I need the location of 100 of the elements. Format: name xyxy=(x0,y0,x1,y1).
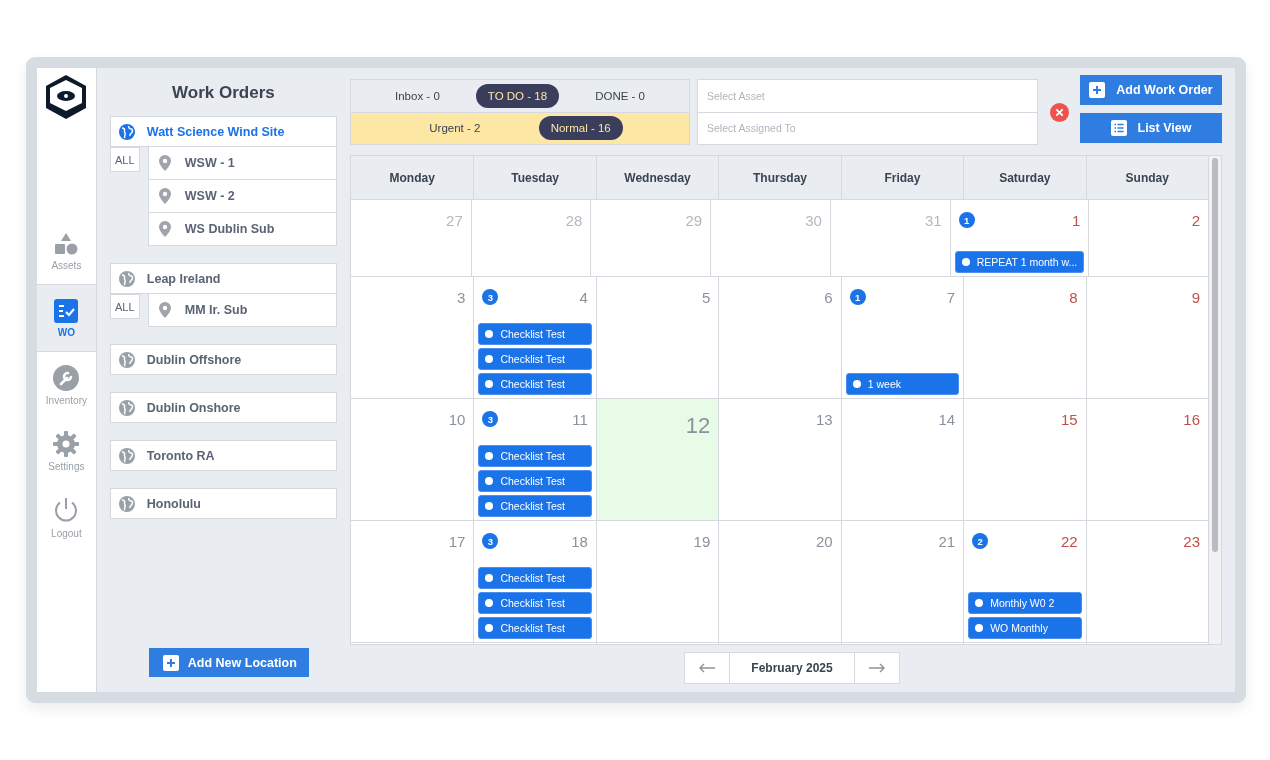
event-chip[interactable]: Checklist Test xyxy=(478,617,592,639)
day-number: 16 xyxy=(1183,411,1200,428)
priority-tab[interactable]: Urgent - 2 xyxy=(417,116,493,141)
left-arrow-icon xyxy=(698,663,716,673)
day-number: 6 xyxy=(824,289,833,306)
weekday-header: Wednesday xyxy=(595,156,719,199)
day-cell[interactable]: 6 xyxy=(718,277,841,398)
all-toggle[interactable]: ALL xyxy=(109,294,140,319)
add-location-button[interactable]: Add New Location xyxy=(148,648,309,677)
status-tab[interactable]: DONE - 0 xyxy=(583,83,657,108)
list-icon xyxy=(1110,120,1127,136)
day-number: 21 xyxy=(938,533,956,550)
location-item[interactable]: Leap Ireland xyxy=(109,263,337,294)
day-cell[interactable]: 1 7 1 week xyxy=(840,277,964,398)
count-badge: 2 xyxy=(972,533,989,549)
today-cell[interactable]: 12 xyxy=(595,399,719,520)
shapes-icon xyxy=(54,231,79,256)
event-chip[interactable]: Checklist Test xyxy=(478,373,592,395)
location-item[interactable]: Watt Science Wind Site xyxy=(109,116,337,147)
day-cell[interactable]: 17 xyxy=(351,521,474,642)
day-number: 7 xyxy=(946,289,956,306)
checklist-icon xyxy=(54,298,79,323)
sub-location-item[interactable]: WSW - 2 xyxy=(147,180,337,213)
add-work-order-button[interactable]: Add Work Order xyxy=(1080,75,1222,105)
day-number: 20 xyxy=(816,533,833,550)
priority-tab[interactable]: Normal - 16 xyxy=(538,116,623,141)
status-tab[interactable]: TO DO - 18 xyxy=(475,83,560,108)
event-chip[interactable]: Monthly W0 2 xyxy=(968,592,1082,614)
day-cell[interactable]: 13 xyxy=(718,399,841,520)
day-cell[interactable]: 20 xyxy=(718,521,841,642)
globe-icon xyxy=(118,351,135,368)
location-item[interactable]: Toronto RA xyxy=(109,440,337,471)
day-cell[interactable]: 21 xyxy=(840,521,964,642)
all-toggle[interactable]: ALL xyxy=(109,147,140,172)
nav-item[interactable]: Assets xyxy=(37,218,96,284)
event-chip[interactable]: 1 week xyxy=(845,373,960,395)
clear-icon[interactable] xyxy=(1049,102,1069,122)
day-number: 4 xyxy=(579,289,588,306)
nav-item[interactable]: WO xyxy=(37,284,96,352)
count-badge: 3 xyxy=(482,411,499,427)
pin-icon xyxy=(158,302,171,318)
day-cell[interactable]: 8 xyxy=(963,277,1086,398)
location-item[interactable]: Dublin Offshore xyxy=(109,344,337,375)
day-number: 12 xyxy=(685,413,711,439)
status-tab[interactable]: Inbox - 0 xyxy=(383,83,452,108)
event-chip[interactable]: REPEAT 1 month w... xyxy=(954,251,1085,273)
pin-icon xyxy=(158,188,171,204)
globe-icon xyxy=(118,495,135,512)
nav-item[interactable]: Settings xyxy=(37,418,96,484)
weekday-header: Thursday xyxy=(718,156,841,199)
day-cell[interactable]: 3 4 Checklist Test Checklist Test Checklist Test xyxy=(473,277,596,398)
nav-item[interactable]: Logout xyxy=(37,484,96,550)
count-badge: 3 xyxy=(482,289,499,305)
pin-icon xyxy=(158,221,171,237)
day-number: 17 xyxy=(448,533,466,550)
globe-icon xyxy=(118,270,135,287)
weekday-header: Friday xyxy=(840,156,964,199)
count-badge: 1 xyxy=(849,289,866,305)
day-number: 23 xyxy=(1183,533,1200,550)
sub-location-item[interactable]: WS Dublin Sub xyxy=(147,213,337,246)
day-cell[interactable]: 2 xyxy=(1088,200,1208,276)
globe-icon xyxy=(118,123,135,140)
sub-location-item[interactable]: MM Ir. Sub xyxy=(147,294,337,327)
event-chip[interactable]: Checklist Test xyxy=(478,348,592,370)
wrench-icon xyxy=(53,364,80,391)
sub-location-item[interactable]: WSW - 1 xyxy=(147,147,337,180)
day-number: 3 xyxy=(457,289,466,306)
select-field[interactable]: Select Assigned To xyxy=(698,112,1037,144)
event-chip[interactable]: WO Monthly xyxy=(968,617,1082,639)
event-chip[interactable]: Checklist Test xyxy=(478,470,592,492)
day-cell[interactable]: 3 xyxy=(351,277,474,398)
day-cell[interactable]: 10 xyxy=(351,399,474,520)
count-badge: 3 xyxy=(482,533,499,549)
event-chip[interactable]: Checklist Test xyxy=(478,445,592,467)
panel-title: Work Orders xyxy=(171,83,276,103)
event-chip[interactable]: Checklist Test xyxy=(478,592,592,614)
day-number: 1 xyxy=(1071,212,1081,229)
day-number: 27 xyxy=(446,212,463,229)
event-chip[interactable]: Checklist Test xyxy=(478,567,592,589)
day-cell[interactable]: 19 xyxy=(595,521,719,642)
day-cell[interactable]: 14 xyxy=(840,399,964,520)
select-field[interactable]: Select Asset xyxy=(698,80,1037,112)
list-view-button[interactable]: List View xyxy=(1080,113,1222,143)
day-number: 14 xyxy=(938,411,956,428)
nav-item[interactable]: Inventory xyxy=(37,352,96,418)
day-cell[interactable]: 3 11 Checklist Test Checklist Test Checklist Test xyxy=(473,399,596,520)
day-number: 29 xyxy=(685,212,703,229)
scrollbar[interactable] xyxy=(1208,156,1221,644)
day-cell[interactable]: 2 22 Monthly W0 2 WO Monthly xyxy=(963,521,1086,642)
day-number: 13 xyxy=(816,411,833,428)
day-cell[interactable]: 3 18 Checklist Test Checklist Test Checklist Test xyxy=(473,521,596,642)
location-item[interactable]: Honolulu xyxy=(109,488,337,519)
day-cell[interactable]: 15 xyxy=(963,399,1086,520)
day-cell[interactable]: 1 1 REPEAT 1 month w... xyxy=(949,200,1089,276)
day-number: 28 xyxy=(565,212,583,229)
day-cell[interactable]: 5 xyxy=(595,277,719,398)
location-item[interactable]: Dublin Onshore xyxy=(109,392,337,423)
event-chip[interactable]: Checklist Test xyxy=(478,323,592,345)
day-number: 19 xyxy=(693,533,711,550)
event-chip[interactable]: Checklist Test xyxy=(478,495,592,517)
